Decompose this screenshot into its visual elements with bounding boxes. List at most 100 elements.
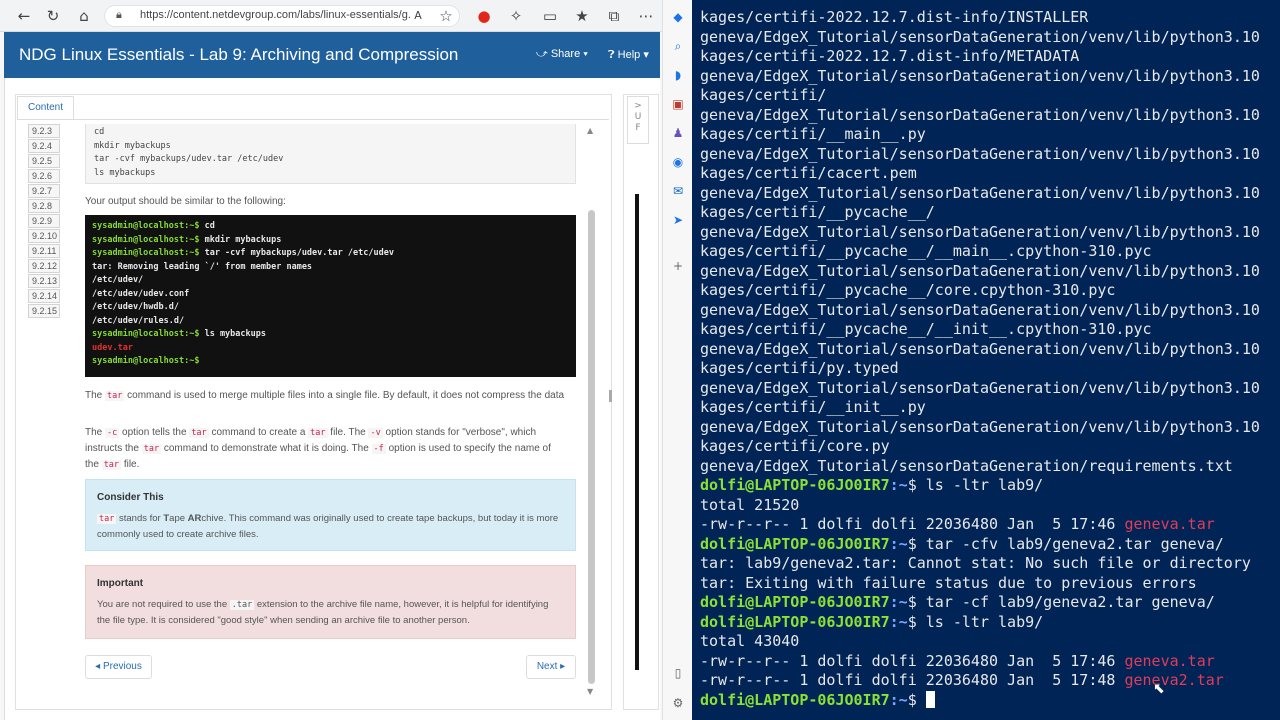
add-icon[interactable]: + [669, 257, 687, 275]
read-aloud-icon[interactable]: A [408, 6, 428, 26]
games-icon[interactable]: ♟ [669, 124, 687, 142]
toc-item[interactable]: 9.2.8 [28, 199, 60, 213]
tab-content[interactable]: Content [17, 96, 74, 120]
text: command to create a [208, 427, 309, 438]
output-line: /etc/udev/ [92, 274, 569, 288]
terminal-output-line: geneva/EdgeX_Tutorial/sensorDataGenerati… [700, 67, 1280, 87]
search-icon[interactable]: ⌕ [669, 37, 687, 55]
previous-label: Previous [102, 661, 142, 672]
output-intro: Your output should be similar to the fol… [85, 196, 286, 207]
terminal-prompt-line: dolfi@LAPTOP-06JO0IR7:~$ ls -ltr lab9/ [700, 476, 1280, 496]
output-text: cd [199, 221, 215, 231]
toc-item[interactable]: 9.2.7 [28, 184, 60, 198]
output-text: geneva/EdgeX_Tutorial/sensorDataGenerati… [700, 27, 1260, 46]
prompt-user: dolfi@LAPTOP-06JO0IR7 [700, 690, 890, 709]
terminal-output-line: geneva/EdgeX_Tutorial/sensorDataGenerati… [700, 301, 1280, 321]
scroll-up-icon[interactable]: ▲ [587, 126, 593, 135]
output-line: sysadmin@localhost:~$ ls mybackups [92, 328, 569, 342]
toc-item[interactable]: 9.2.12 [28, 259, 60, 273]
toc-item[interactable]: 9.2.4 [28, 139, 60, 153]
favorite-star-icon[interactable]: ☆ [436, 6, 456, 26]
back-icon[interactable]: ← [14, 6, 34, 26]
copilot-icon[interactable]: ◆ [669, 8, 687, 26]
sidebar-toggle-icon[interactable]: ▯ [669, 664, 687, 682]
home-icon[interactable]: ⌂ [74, 6, 94, 26]
microsoft365-icon[interactable]: ◉ [669, 153, 687, 171]
output-text: geneva/EdgeX_Tutorial/sensorDataGenerati… [700, 183, 1260, 202]
callout-title: Important [97, 578, 144, 589]
shell-prompt: sysadmin@localhost:~$ [92, 221, 200, 231]
text: The [85, 390, 106, 401]
send-icon[interactable]: ➤ [669, 211, 687, 229]
side-panel-terminal [635, 194, 639, 670]
share-button[interactable]: ⤻ Share ▾ [536, 48, 588, 61]
output-line: /etc/udev/rules.d/ [92, 315, 569, 329]
terminal-output-line: geneva/EdgeX_Tutorial/sensorDataGenerati… [700, 106, 1280, 126]
terminal-output-line: geneva/EdgeX_Tutorial/sensorDataGenerati… [700, 457, 1280, 477]
terminal-output-line: geneva/EdgeX_Tutorial/sensorDataGenerati… [700, 418, 1280, 438]
prompt-user: dolfi@LAPTOP-06JO0IR7 [700, 534, 890, 553]
output-text: geneva/EdgeX_Tutorial/sensorDataGenerati… [700, 378, 1260, 397]
toc-item[interactable]: 9.2.13 [28, 274, 60, 288]
toc-item[interactable]: 9.2.5 [28, 154, 60, 168]
terminal-output-line: kages/certifi-2022.12.7.dist-info/INSTAL… [700, 8, 1280, 28]
refresh-icon[interactable]: ↻ [43, 6, 63, 26]
output-text: kages/certifi/core.py [700, 437, 890, 455]
toolbox-icon[interactable]: ▣ [669, 95, 687, 113]
toc-item[interactable]: 9.2.6 [28, 169, 60, 183]
terminal-output-line: -rw-r--r-- 1 dolfi dolfi 22036480 Jan 5 … [700, 515, 1280, 535]
terminal-output-line: geneva/EdgeX_Tutorial/sensorDataGenerati… [700, 262, 1280, 282]
terminal-prompt-line: dolfi@LAPTOP-06JO0IR7:~$ ls -ltr lab9/ [700, 613, 1280, 633]
terminal-output-line: kages/certifi/__pycache__/core.cpython-3… [700, 281, 1280, 301]
toc-item[interactable]: 9.2.3 [28, 124, 60, 138]
browser-window: ← ↻ ⌂ 🔒︎ https://content.netdevgroup.com… [0, 0, 692, 720]
terminal-prompt-line: dolfi@LAPTOP-06JO0IR7:~$ tar -cfv lab9/g… [700, 535, 1280, 555]
terminal-output-line: -rw-r--r-- 1 dolfi dolfi 22036480 Jan 5 … [700, 671, 1280, 691]
help-button[interactable]: ❓︎ Help ▾ [608, 48, 649, 62]
output-line: sysadmin@localhost:~$ tar -cvf mybackups… [92, 247, 569, 261]
outlook-icon[interactable]: ✉ [669, 182, 687, 200]
split-screen-icon[interactable]: ▭ [540, 6, 560, 26]
collections-icon[interactable]: ⧉ [604, 6, 624, 26]
url-text[interactable]: https://content.netdevgroup.com/labs/lin… [140, 9, 410, 21]
terminal-output-line: kages/certifi/cacert.pem [700, 164, 1280, 184]
terminal-output-line: kages/certifi/__pycache__/ [700, 203, 1280, 223]
side-panel-tab[interactable]: > U F [627, 96, 649, 144]
command-line: mkdir mybackups [94, 140, 171, 151]
previous-button[interactable]: ◂ Previous [85, 655, 152, 679]
example-output: sysadmin@localhost:~$ cd sysadmin@localho… [85, 215, 576, 377]
settings-gear-icon[interactable]: ⚙ [669, 694, 687, 712]
toc-item[interactable]: 9.2.15 [28, 304, 60, 318]
more-options-icon[interactable]: ⋯ [636, 6, 656, 26]
inline-code: tar [97, 514, 117, 524]
toc-item[interactable]: 9.2.10 [28, 229, 60, 243]
scrollbar-thumb[interactable] [588, 210, 595, 684]
output-text: ls mybackups [199, 329, 266, 339]
panel-resize-handle[interactable] [609, 390, 612, 402]
output-text: /etc/udev/rules.d/ [92, 315, 185, 326]
output-text: tar -cvf mybackups/udev.tar /etc/udev [199, 248, 394, 258]
terminal-output-line: geneva/EdgeX_Tutorial/sensorDataGenerati… [700, 145, 1280, 165]
text: ape [169, 513, 188, 524]
output-line: udev.tar [92, 342, 569, 356]
extensions-icon[interactable]: ✧ [506, 6, 526, 26]
favorites-icon[interactable]: ★ [572, 6, 592, 26]
scroll-down-icon[interactable]: ▼ [587, 687, 593, 696]
output-text: /etc/udev/ [92, 275, 144, 285]
command-line: ls mybackups [94, 167, 156, 178]
output-text: tar: lab9/geneva2.tar: Cannot stat: No s… [700, 554, 1251, 572]
archive-filename: geneva.tar [1124, 651, 1215, 670]
output-text: kages/certifi-2022.12.7.dist-info/INSTAL… [700, 8, 1089, 26]
opera-extension-icon[interactable]: ● [474, 6, 494, 26]
output-text: tar: Removing leading `/' from member na… [92, 261, 313, 272]
archive-filename: geneva.tar [1124, 515, 1215, 533]
toc-item[interactable]: 9.2.14 [28, 289, 60, 303]
text-cursor [925, 690, 935, 708]
terminal-window[interactable]: kages/certifi-2022.12.7.dist-info/INSTAL… [692, 0, 1280, 720]
toc-list: 9.2.3 9.2.4 9.2.5 9.2.6 9.2.7 9.2.8 9.2.9 9.2.1… [28, 124, 60, 319]
toc-item[interactable]: 9.2.9 [28, 214, 60, 228]
next-button[interactable]: Next ▸ [526, 655, 576, 679]
output-text: tar: Exiting with failure status due to … [700, 573, 1197, 592]
toc-item[interactable]: 9.2.11 [28, 244, 60, 258]
tag-icon[interactable]: ◗ [669, 66, 687, 84]
